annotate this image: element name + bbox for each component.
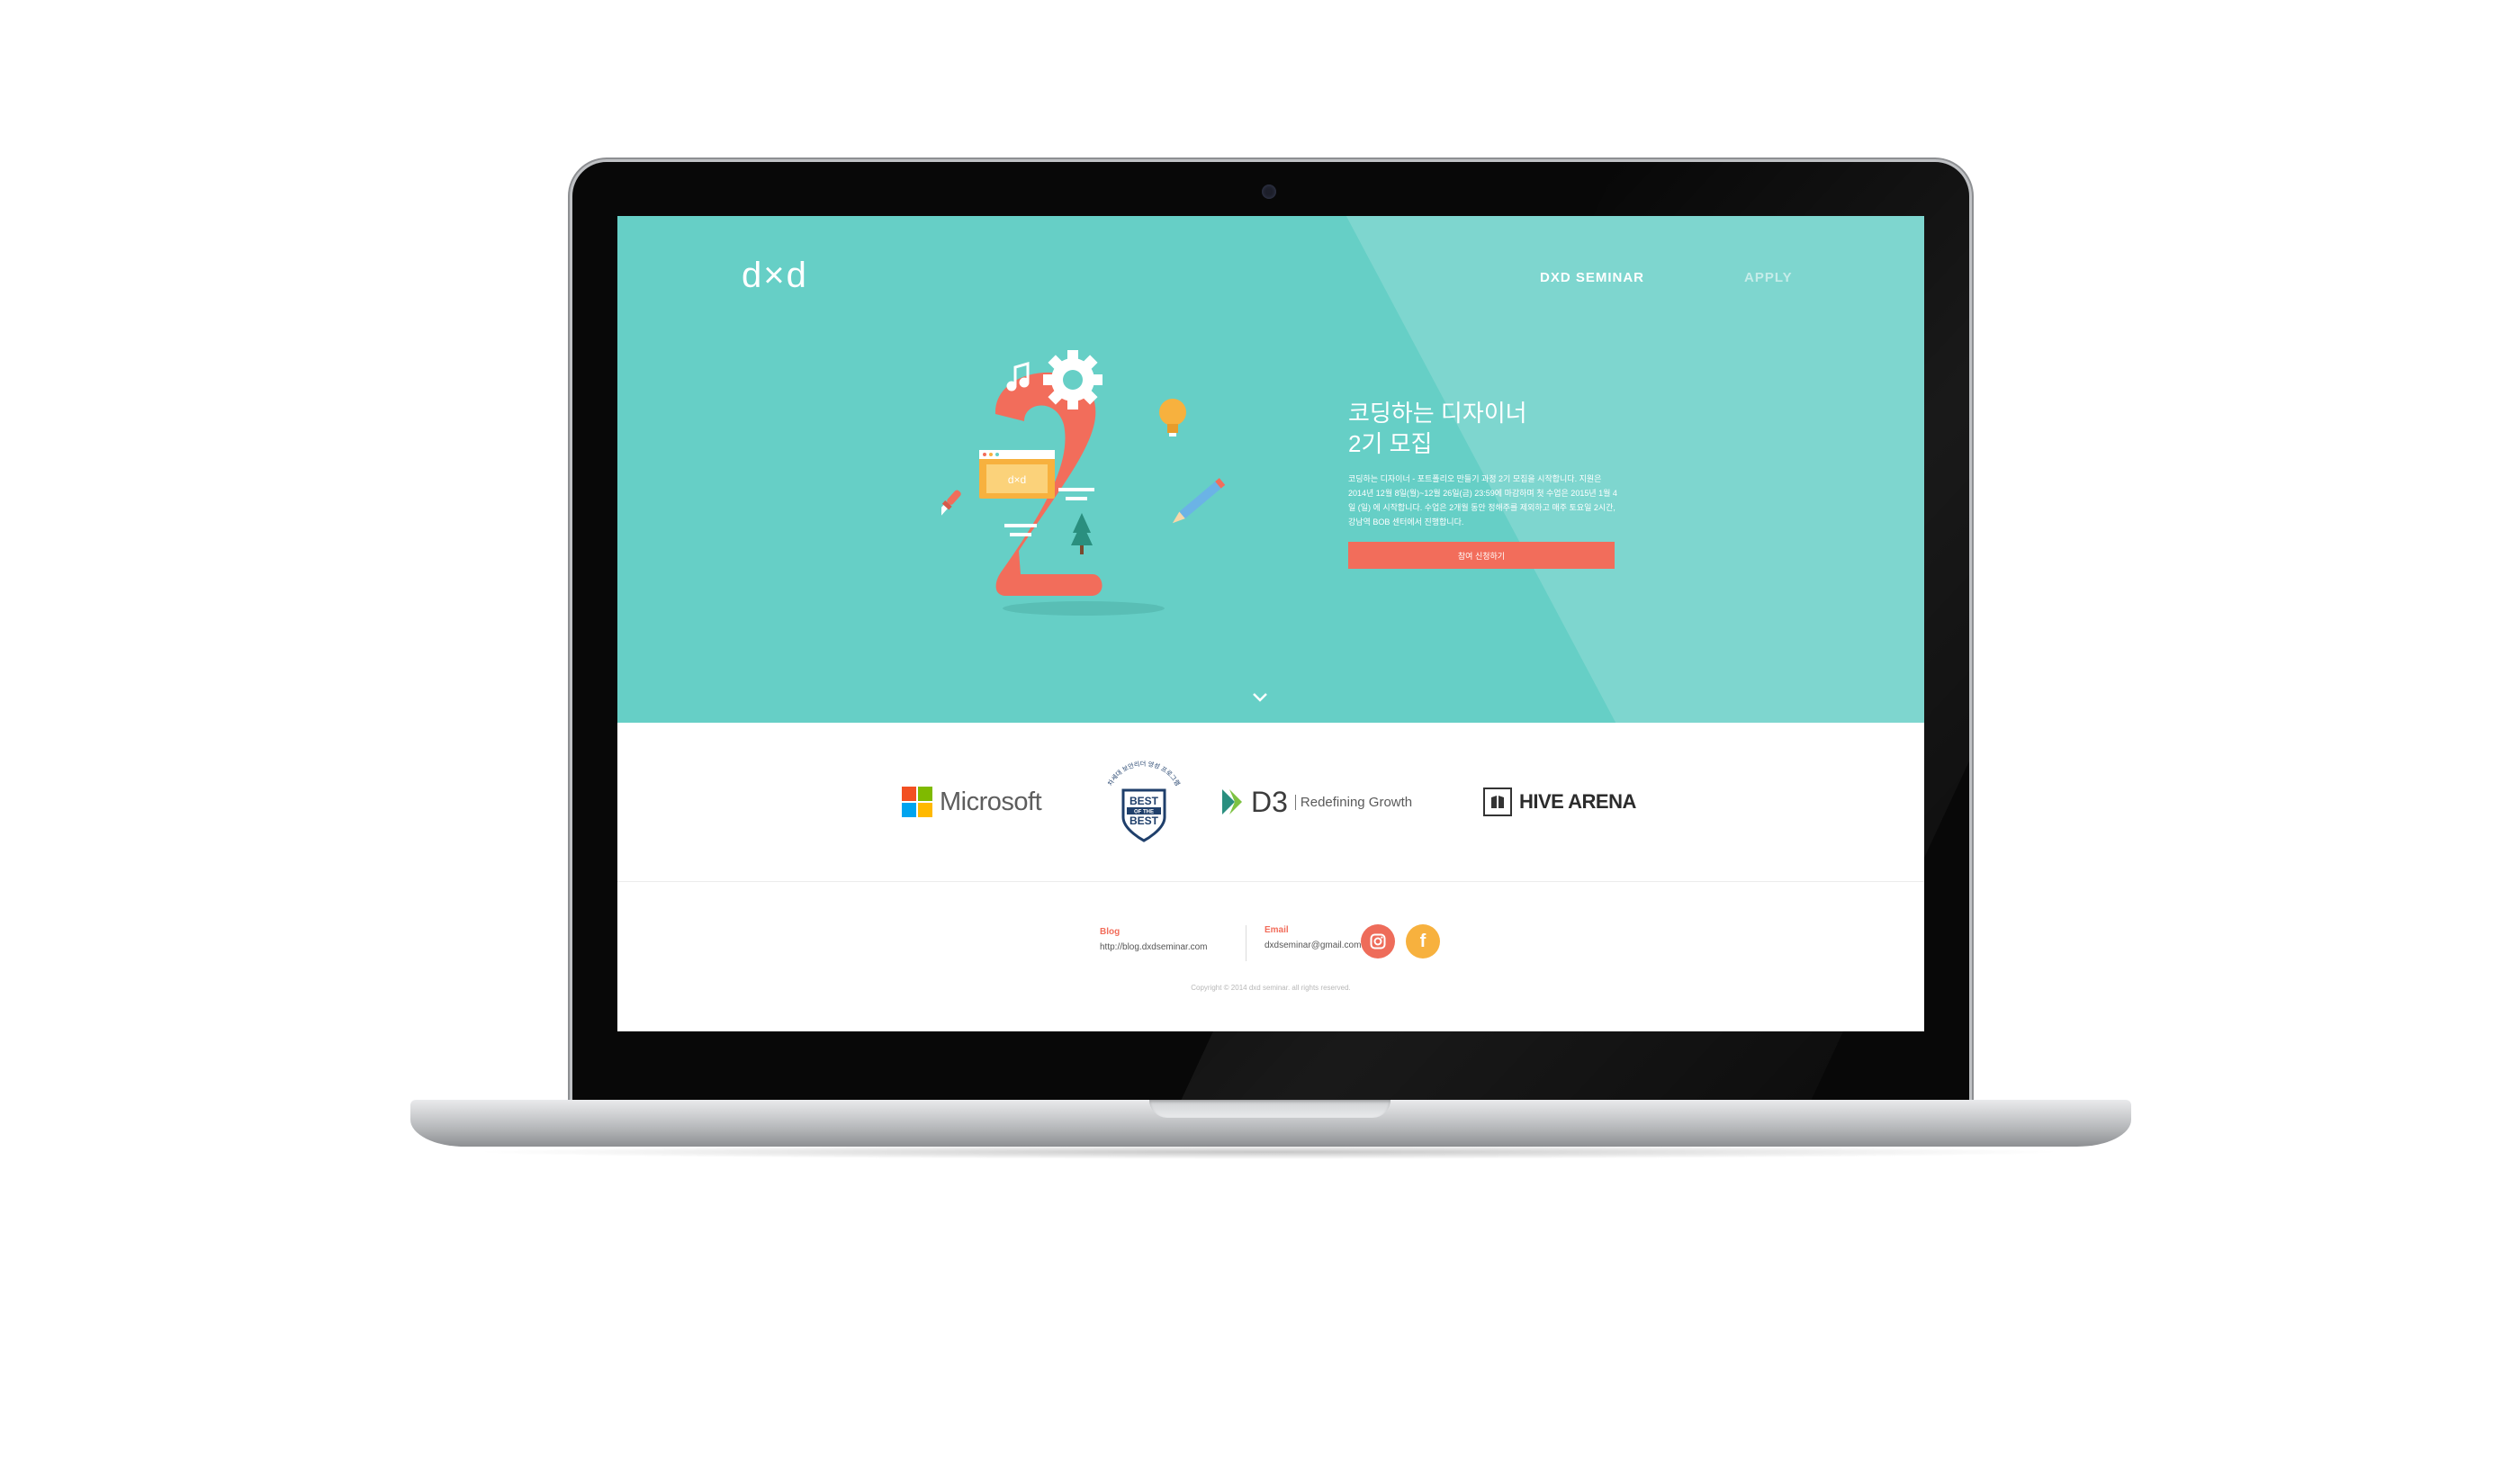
laptop-screen: d×d DXD SEMINAR APPLY d×d 코딩하는 디자이너 2기 모… [617,216,1924,1031]
email-label: Email [1264,925,1289,935]
contact-blog: Blog http://blog.dxdseminar.com [1100,927,1208,952]
partner-best-of-the-best[interactable]: 차세대 보안리더 양성 프로그램 BEST OF THE BEST [1094,723,1193,881]
badge-arc-text: 차세대 보안리더 양성 프로그램 [1106,760,1182,788]
hero-glare [1317,216,1924,723]
laptop-shadow [468,1145,2070,1159]
browser-window-label: d×d [1008,473,1026,486]
hero-illustration: d×d [941,350,1226,616]
light-bulb-icon [1159,399,1186,436]
hero-section: d×d DXD SEMINAR APPLY d×d 코딩하는 디자이너 2기 모… [617,216,1924,723]
hero-title-line1: 코딩하는 디자이너 [1348,400,1527,427]
webcam [1262,184,1276,199]
blog-label: Blog [1100,927,1120,937]
chevron-down-icon[interactable] [1251,691,1269,704]
instagram-button[interactable] [1361,924,1395,958]
hive-arena-name: HIVE ARENA [1519,790,1636,813]
laptop-lid: d×d DXD SEMINAR APPLY d×d 코딩하는 디자이너 2기 모… [572,162,1969,1105]
partner-microsoft[interactable]: Microsoft [902,723,1042,881]
svg-text:차세대 보안리더 양성 프로그램: 차세대 보안리더 양성 프로그램 [1106,760,1182,788]
gear-icon [1043,350,1102,410]
badge-line3: BEST [1130,814,1159,827]
nav-apply[interactable]: APPLY [1744,270,1793,285]
copyright: Copyright © 2014 dxd seminar. all rights… [1191,984,1351,992]
badge-line1: BEST [1130,795,1159,807]
d3-logo-icon [1222,789,1242,814]
contact-email: Email dxdseminar@gmail.com [1246,925,1361,961]
hero-title: 코딩하는 디자이너 2기 모집 [1348,398,1636,459]
hero-title-line2: 2기 모집 [1348,430,1433,457]
hive-logo-icon [1483,788,1512,816]
facebook-button[interactable]: f [1406,924,1440,958]
laptop-base [410,1100,2131,1147]
nav-dxd-seminar[interactable]: DXD SEMINAR [1540,270,1644,285]
apply-button[interactable]: 참여 신청하기 [1348,542,1615,569]
facebook-icon: f [1419,931,1426,951]
illustration-shadow [1003,601,1165,616]
d3-tagline: Redefining Growth [1294,794,1412,810]
d3-name: D3 [1251,785,1288,818]
microsoft-logo-icon [902,787,932,817]
best-of-the-best-badge: 차세대 보안리더 양성 프로그램 BEST OF THE BEST [1106,760,1182,842]
site-logo[interactable]: d×d [742,256,808,296]
browser-window-icon: d×d [979,450,1055,499]
partner-d3[interactable]: D3 Redefining Growth [1222,723,1412,881]
site-footer: Blog http://blog.dxdseminar.com Email dx… [617,882,1924,1031]
tree-icon [1071,513,1093,554]
pencil-icon [1172,478,1226,524]
partners-section: Microsoft 차세대 보안리더 양성 프로그램 BEST OF THE B… [617,723,1924,882]
blog-link[interactable]: http://blog.dxdseminar.com [1100,942,1208,952]
dropper-icon [941,490,961,538]
partner-hive-arena[interactable]: HIVE ARENA [1483,723,1636,881]
hero-description: 코딩하는 디자이너 - 포트폴리오 만들기 과정 2기 모집을 시작합니다. 지… [1348,474,1617,526]
laptop-base-notch [1149,1100,1390,1118]
microsoft-name: Microsoft [940,787,1042,816]
email-link[interactable]: dxdseminar@gmail.com [1264,940,1361,950]
instagram-icon [1370,933,1386,950]
